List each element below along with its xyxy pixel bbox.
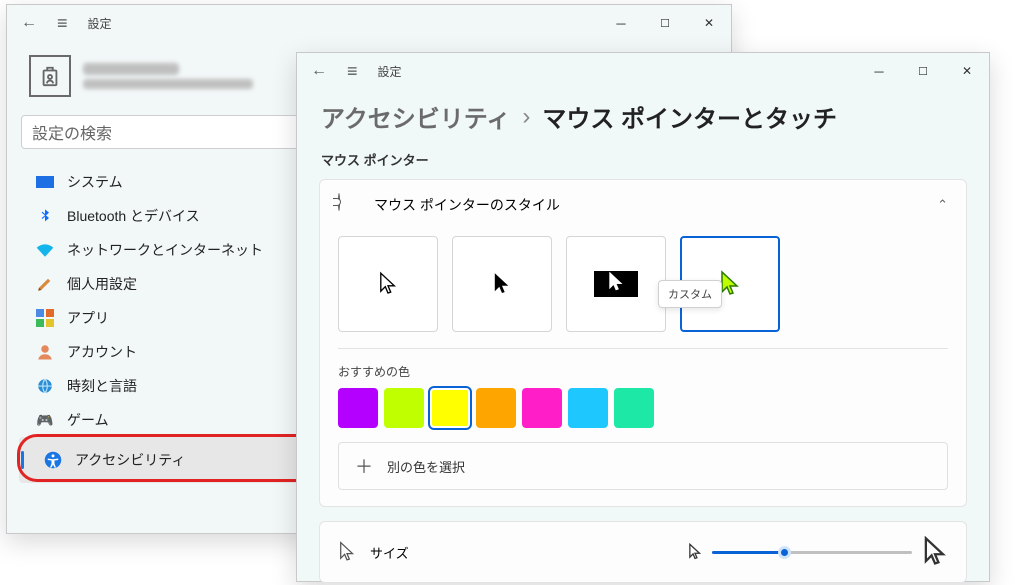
window-maximize-button[interactable] xyxy=(901,55,945,87)
settings-window-front: ← ≡ 設定 アクセシビリティ › マウス ポインターとタッチ マウス ポインタ… xyxy=(296,52,990,582)
sidebar-item-label: アクセシビリティ xyxy=(75,450,185,470)
sidebar-item-label: 時刻と言語 xyxy=(67,376,137,396)
recommended-colors xyxy=(338,388,948,428)
hamburger-icon[interactable]: ≡ xyxy=(57,13,68,34)
pointer-size-card: サイズ xyxy=(319,521,967,583)
color-swatch[interactable] xyxy=(614,388,654,428)
divider xyxy=(338,348,948,349)
size-label: サイズ xyxy=(370,543,409,562)
gamepad-icon xyxy=(35,410,55,430)
titlebar-front: ← ≡ 設定 xyxy=(297,53,989,89)
hamburger-icon[interactable]: ≡ xyxy=(347,61,358,82)
app-title: 設定 xyxy=(88,15,112,32)
chevron-right-icon: › xyxy=(522,103,530,131)
sidebar-item-label: 個人用設定 xyxy=(67,274,137,294)
back-icon[interactable]: ← xyxy=(311,62,327,80)
color-swatch[interactable] xyxy=(384,388,424,428)
recommended-colors-label: おすすめの色 xyxy=(338,363,948,388)
breadcrumb-current: マウス ポインターとタッチ xyxy=(542,99,837,134)
app-title: 設定 xyxy=(378,63,402,80)
cursor-large-icon xyxy=(922,536,948,568)
color-swatch[interactable] xyxy=(568,388,608,428)
pointer-style-white[interactable] xyxy=(338,236,438,332)
back-icon[interactable]: ← xyxy=(21,14,37,32)
globe-icon xyxy=(35,376,55,396)
other-color-label: 別の色を選択 xyxy=(387,457,465,476)
avatar-icon xyxy=(29,55,71,97)
breadcrumb-parent[interactable]: アクセシビリティ xyxy=(321,99,510,134)
window-minimize-button[interactable] xyxy=(857,55,901,87)
system-icon xyxy=(35,172,55,192)
color-swatch[interactable] xyxy=(476,388,516,428)
slider-thumb[interactable] xyxy=(778,546,791,559)
sidebar-item-label: システム xyxy=(67,172,123,192)
sidebar-item-label: アカウント xyxy=(67,342,137,362)
window-close-button[interactable] xyxy=(945,55,989,87)
color-swatch[interactable] xyxy=(430,388,470,428)
bluetooth-icon xyxy=(35,206,55,226)
apps-icon xyxy=(35,308,55,328)
tooltip: カスタム xyxy=(658,280,722,308)
choose-other-color-button[interactable]: ＋ 別の色を選択 xyxy=(338,442,948,490)
card-title: マウス ポインターのスタイル xyxy=(374,195,560,215)
cursor-white-icon xyxy=(379,271,397,297)
section-label: マウス ポインター xyxy=(319,144,967,179)
pointer-style-custom[interactable]: カスタム xyxy=(680,236,780,332)
titlebar-back: ← ≡ 設定 xyxy=(7,5,731,41)
cursor-custom-icon xyxy=(720,270,740,298)
plus-icon: ＋ xyxy=(355,453,373,479)
cursor-small-icon xyxy=(688,543,702,561)
pointer-style-options: カスタム xyxy=(338,230,948,348)
palette-icon xyxy=(338,194,360,216)
pointer-style-card: マウス ポインターのスタイル xyxy=(319,179,967,507)
cursor-black-icon xyxy=(493,271,511,297)
pointer-style-black[interactable] xyxy=(452,236,552,332)
window-maximize-button[interactable] xyxy=(643,7,687,39)
cursor-size-icon xyxy=(338,541,356,563)
user-name-blurred xyxy=(83,63,253,89)
sidebar-item-label: ネットワークとインターネット xyxy=(67,240,263,260)
paintbrush-icon xyxy=(35,274,55,294)
sidebar-item-label: ゲーム xyxy=(67,410,109,430)
color-swatch[interactable] xyxy=(522,388,562,428)
window-minimize-button[interactable] xyxy=(599,7,643,39)
cursor-inverted-icon xyxy=(594,271,638,297)
account-icon xyxy=(35,342,55,362)
sidebar-item-label: アプリ xyxy=(67,308,109,328)
breadcrumb: アクセシビリティ › マウス ポインターとタッチ xyxy=(319,93,967,144)
sidebar-item-label: Bluetooth とデバイス xyxy=(67,206,200,226)
color-swatch[interactable] xyxy=(338,388,378,428)
accessibility-icon xyxy=(43,450,63,470)
window-close-button[interactable] xyxy=(687,7,731,39)
size-slider-group xyxy=(688,536,948,568)
size-slider[interactable] xyxy=(712,543,912,561)
network-icon xyxy=(35,240,55,260)
search-placeholder: 設定の検索 xyxy=(32,120,112,144)
pointer-style-inverted[interactable] xyxy=(566,236,666,332)
pointer-style-header[interactable]: マウス ポインターのスタイル xyxy=(320,180,966,230)
chevron-up-icon xyxy=(937,197,948,213)
